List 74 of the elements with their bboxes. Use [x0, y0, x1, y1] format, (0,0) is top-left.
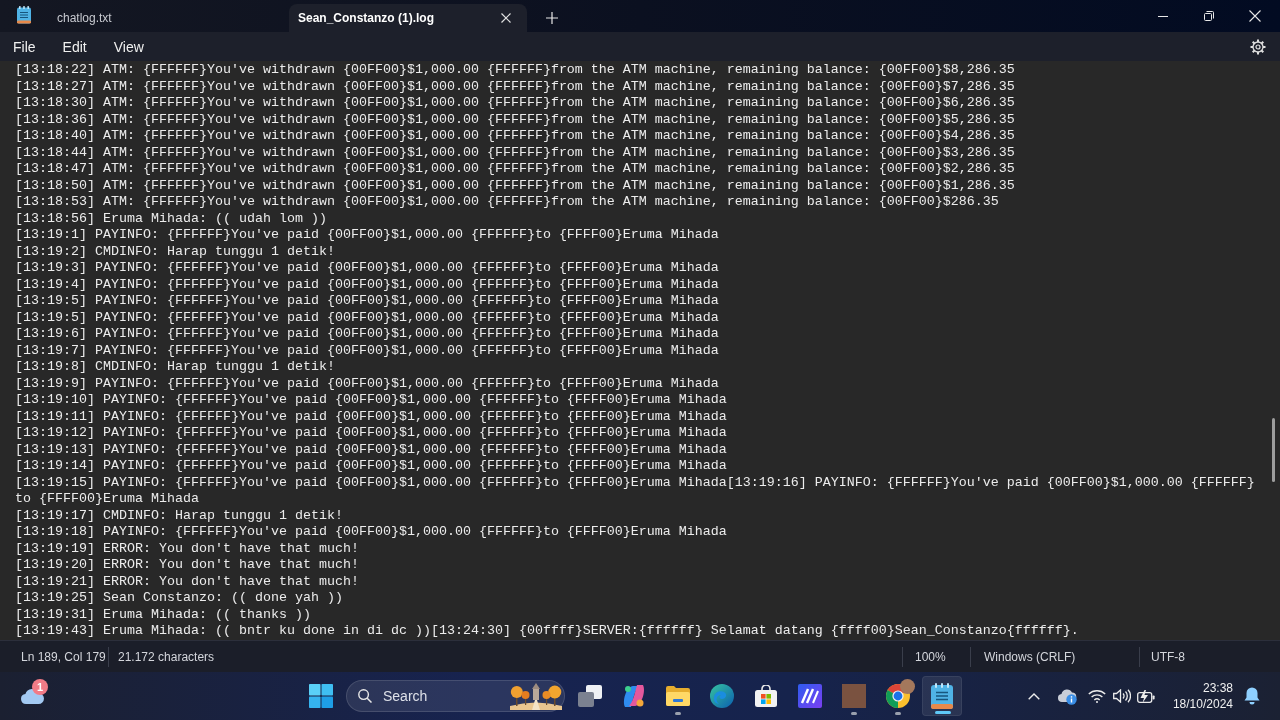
log-line: [13:19:7] PAYINFO: {FFFFFF}You've paid {00FF00}$1,000.00 {FFFFFF}to {FFFF00}Eruma Mihada: [15, 342, 719, 359]
log-line: [13:19:31] Eruma Mihada: (( thanks )): [15, 606, 311, 623]
log-line: [13:19:12] PAYINFO: {FFFFFF}You've paid {00FF00}$1,000.00 {FFFFFF}to {FFFF00}Eruma Mihada: [15, 425, 727, 442]
log-line: [13:19:3] PAYINFO: {FFFFFF}You've paid {00FF00}$1,000.00 {FFFFFF}to {FFFF00}Eruma Mihada: [15, 260, 719, 277]
plus-icon: [546, 12, 558, 24]
log-line: [13:19:18] PAYINFO: {FFFFFF}You've paid {00FF00}$1,000.00 {FFFFFF}to {FFFF00}Eruma Mihada: [15, 524, 727, 541]
photo-placeholder-icon: [842, 684, 866, 708]
line-ending[interactable]: Windows (CRLF): [984, 649, 1076, 664]
minimize-icon: [1158, 15, 1168, 17]
notepad-icon: [16, 6, 32, 24]
log-line: [13:19:1] PAYINFO: {FFFFFF}You've paid {00FF00}$1,000.00 {FFFFFF}to {FFFF00}Eruma Mihada: [15, 227, 719, 244]
log-line: [13:19:6] PAYINFO: {FFFFFF}You've paid {00FF00}$1,000.00 {FFFFFF}to {FFFF00}Eruma Mihada: [15, 326, 719, 343]
trees-illustration: [510, 682, 562, 710]
folder-icon: [666, 686, 690, 706]
cursor-position: Ln 189, Col 179: [21, 649, 106, 664]
log-line: [13:19:9] PAYINFO: {FFFFFF}You've paid {00FF00}$1,000.00 {FFFFFF}to {FFFF00}Eruma Mihada: [15, 375, 719, 392]
log-line: [13:19:20] ERROR: You don't have that much!: [15, 557, 359, 574]
log-line: [13:18:53] ATM: {FFFFFF}You've withdrawn {00FF00}$1,000.00 {FFFFFF}from the ATM machine, remaining balance: {00FF00}$286.35: [15, 194, 999, 211]
overlapping-squares-icon: [578, 685, 602, 707]
clock-time[interactable]: 23:38: [1202, 680, 1233, 696]
log-line: [13:18:40] ATM: {FFFFFF}You've withdrawn {00FF00}$1,000.00 {FFFFFF}from the ATM machine, remaining balance: {00FF00}$4,286.35: [15, 128, 1015, 145]
avatar-circle-icon: [900, 679, 915, 694]
log-line: [13:19:25] Sean Constanzo: (( done yah )): [15, 590, 343, 607]
bell-icon: [1244, 687, 1260, 705]
notification-badge: 1: [32, 679, 48, 695]
swirl-icon: [622, 685, 646, 707]
log-line: [13:18:44] ATM: {FFFFFF}You've withdrawn {00FF00}$1,000.00 {FFFFFF}from the ATM machine, remaining balance: {00FF00}$3,286.35: [15, 144, 1015, 161]
settings-icon: [1250, 38, 1266, 55]
zoom-level[interactable]: 100%: [915, 649, 946, 664]
character-count: 21.172 characters: [118, 649, 215, 664]
chevron-up-icon: [1028, 692, 1040, 700]
restore-icon: [1204, 11, 1214, 21]
log-line: [13:18:30] ATM: {FFFFFF}You've withdrawn {00FF00}$1,000.00 {FFFFFF}from the ATM machine, remaining balance: {00FF00}$6,286.35: [15, 95, 1015, 112]
log-line: [13:18:27] ATM: {FFFFFF}You've withdrawn {00FF00}$1,000.00 {FFFFFF}from the ATM machine, remaining balance: {00FF00}$7,286.35: [15, 78, 1015, 95]
log-line: [13:19:8] CMDINFO: Harap tunggu 1 detik!: [15, 359, 335, 376]
windows-logo-icon: [309, 684, 333, 708]
log-line: [13:18:56] Eruma Mihada: (( udah lom )): [15, 210, 327, 227]
log-line: [13:19:19] ERROR: You don't have that much!: [15, 540, 359, 557]
log-line: [13:18:22] ATM: {FFFFFF}You've withdrawn {00FF00}$1,000.00 {FFFFFF}from the ATM machine, remaining balance: {00FF00}$8,286.35: [15, 62, 1015, 79]
battery-charging-icon: [1137, 689, 1155, 703]
encoding[interactable]: UTF-8: [1151, 649, 1185, 664]
wifi-icon: [1088, 689, 1106, 703]
log-line: [13:19:11] PAYINFO: {FFFFFF}You've paid {00FF00}$1,000.00 {FFFFFF}to {FFFF00}Eruma Mihada: [15, 408, 727, 425]
log-line: [13:19:21] ERROR: You don't have that much!: [15, 573, 359, 590]
log-line: [13:19:5] PAYINFO: {FFFFFF}You've paid {00FF00}$1,000.00 {FFFFFF}to {FFFF00}Eruma Mihada: [15, 293, 719, 310]
wave-circle-icon: [710, 684, 734, 708]
log-line: [13:19:14] PAYINFO: {FFFFFF}You've paid {00FF00}$1,000.00 {FFFFFF}to {FFFF00}Eruma Mihada: [15, 458, 727, 475]
search-icon: [358, 689, 372, 703]
menu-item[interactable]: View: [103, 33, 154, 60]
log-line: [13:19:17] CMDINFO: Harap tunggu 1 detik!: [15, 507, 343, 524]
log-line: [13:18:36] ATM: {FFFFFF}You've withdrawn {00FF00}$1,000.00 {FFFFFF}from the ATM machine, remaining balance: {00FF00}$5,286.35: [15, 111, 1015, 128]
speaker-icon: [1113, 689, 1131, 703]
close-icon: [1249, 10, 1261, 22]
log-line: [13:19:4] PAYINFO: {FFFFFF}You've paid {00FF00}$1,000.00 {FFFFFF}to {FFFF00}Eruma Mihada: [15, 276, 719, 293]
close-icon: [501, 13, 511, 23]
log-line: [13:18:47] ATM: {FFFFFF}You've withdrawn {00FF00}$1,000.00 {FFFFFF}from the ATM machine, remaining balance: {00FF00}$2,286.35: [15, 161, 1015, 178]
scrollbar-thumb[interactable]: [1272, 418, 1275, 482]
tab[interactable]: chatlog.txt: [45, 4, 285, 32]
log-line: [13:19:2] CMDINFO: Harap tunggu 1 detik!: [15, 243, 335, 260]
log-line: [13:19:43] Eruma Mihada: (( bntr ku done in di dc ))[13:24:30] {00ffff}SERVER:{ffffff} Selamat datang {ffff00}Sean_Constanzo{ffffff}.: [15, 623, 1079, 640]
taskbar-button[interactable]: [922, 676, 962, 716]
log-line: [13:18:50] ATM: {FFFFFF}You've withdrawn {00FF00}$1,000.00 {FFFFFF}from the ATM machine, remaining balance: {00FF00}$1,286.35: [15, 177, 1015, 194]
log-line: [13:19:13] PAYINFO: {FFFFFF}You've paid {00FF00}$1,000.00 {FFFFFF}to {FFFF00}Eruma Mihada: [15, 441, 727, 458]
log-line: [13:19:15] PAYINFO: {FFFFFF}You've paid {00FF00}$1,000.00 {FFFFFF}to {FFFF00}Eruma Mihada[13:19:16] PAYINFO: {FFFFFF}You've paid {00FF00}$1,000.00 {FFFFFF} to {FFFF00}Eruma Mihada: [15, 474, 1256, 508]
menu-item[interactable]: Edit: [52, 33, 97, 60]
log-line: [13:19:5] PAYINFO: {FFFFFF}You've paid {00FF00}$1,000.00 {FFFFFF}to {FFFF00}Eruma Mihada: [15, 309, 719, 326]
notepad-icon: [931, 683, 953, 709]
cloud-info-icon: [1057, 687, 1077, 705]
clock-date[interactable]: 18/10/2024: [1172, 696, 1233, 712]
log-line: [13:19:10] PAYINFO: {FFFFFF}You've paid {00FF00}$1,000.00 {FFFFFF}to {FFFF00}Eruma Mihada: [15, 392, 727, 409]
menu-item[interactable]: File: [3, 33, 46, 60]
slashes-tile-icon: [798, 684, 822, 708]
tab[interactable]: Sean_Constanzo (1).log: [289, 4, 527, 32]
shopping-bag-icon: [755, 685, 777, 707]
